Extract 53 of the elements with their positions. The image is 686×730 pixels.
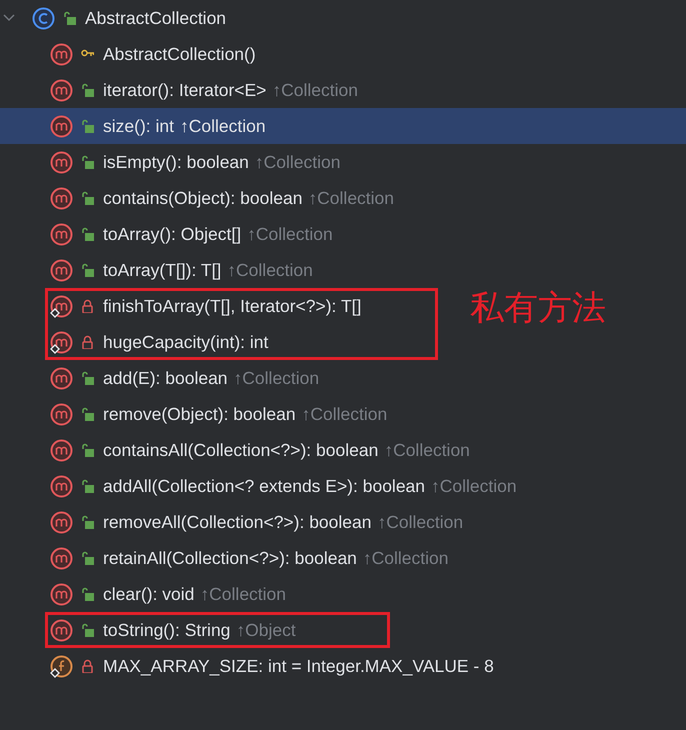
member-name: AbstractCollection bbox=[85, 8, 226, 28]
member-name: size(): int bbox=[103, 116, 174, 136]
member-name: MAX_ARRAY_SIZE: int = Integer.MAX_VALUE - 8 bbox=[103, 656, 494, 676]
member-row[interactable]: AbstractCollection() bbox=[0, 36, 686, 72]
member-name: hugeCapacity(int): int bbox=[103, 332, 268, 352]
member-name: toArray(): Object[] bbox=[103, 224, 242, 244]
member-row[interactable]: toString(): String ↑Object bbox=[45, 612, 390, 648]
inherited-from: ↑Collection bbox=[247, 224, 333, 244]
member-name: removeAll(Collection<?>): boolean bbox=[103, 512, 372, 532]
member-row[interactable]: clear(): void ↑Collection bbox=[0, 576, 686, 612]
member-row[interactable]: size(): int ↑Collection bbox=[0, 108, 686, 144]
member-name: retainAll(Collection<?>): boolean bbox=[103, 548, 357, 568]
member-name: finishToArray(T[], Iterator<?>): T[] bbox=[103, 296, 362, 316]
member-row[interactable]: toArray(): Object[] ↑Collection bbox=[0, 216, 686, 252]
member-row[interactable]: iterator(): Iterator<E> ↑Collection bbox=[0, 72, 686, 108]
inherited-from: ↑Collection bbox=[384, 440, 470, 460]
member-name: toArray(T[]): T[] bbox=[103, 260, 222, 280]
inherited-from: ↑Collection bbox=[377, 512, 464, 532]
member-row[interactable]: retainAll(Collection<?>): boolean ↑Collection bbox=[0, 540, 686, 576]
member-row[interactable]: containsAll(Collection<?>): boolean ↑Collection bbox=[0, 432, 686, 468]
member-row[interactable]: add(E): boolean ↑Collection bbox=[0, 360, 686, 396]
inherited-from: ↑Collection bbox=[362, 548, 449, 568]
inherited-from: ↑Collection bbox=[254, 152, 341, 172]
inherited-from: ↑Collection bbox=[234, 368, 320, 388]
member-name: add(E): boolean bbox=[103, 368, 228, 388]
member-name: isEmpty(): boolean bbox=[103, 152, 249, 172]
inherited-from: ↑Collection bbox=[200, 584, 286, 604]
member-name: addAll(Collection<? extends E>): boolean bbox=[103, 476, 426, 496]
member-row[interactable]: contains(Object): boolean ↑Collection bbox=[0, 180, 686, 216]
member-row[interactable]: finishToArray(T[], Iterator<?>): T[] bbox=[45, 288, 438, 324]
inherited-from: ↑Collection bbox=[431, 476, 517, 496]
class-row[interactable]: AbstractCollection bbox=[0, 0, 686, 36]
member-name: remove(Object): boolean bbox=[103, 404, 296, 424]
inherited-from: ↑Collection bbox=[180, 116, 266, 136]
member-name: iterator(): Iterator<E> bbox=[103, 80, 266, 100]
member-row[interactable]: remove(Object): boolean ↑Collection bbox=[0, 396, 686, 432]
member-name: toString(): String bbox=[103, 620, 230, 640]
member-name: contains(Object): boolean bbox=[103, 188, 302, 208]
member-row[interactable]: isEmpty(): boolean ↑Collection bbox=[0, 144, 686, 180]
inherited-from: ↑Collection bbox=[272, 80, 358, 100]
member-row[interactable]: hugeCapacity(int): int bbox=[45, 324, 438, 360]
inherited-from: ↑Collection bbox=[227, 260, 313, 280]
inherited-from: ↑Collection bbox=[302, 404, 388, 424]
member-row[interactable]: toArray(T[]): T[] ↑Collection bbox=[0, 252, 686, 288]
inherited-from: ↑Object bbox=[236, 620, 296, 640]
member-row[interactable]: removeAll(Collection<?>): boolean ↑Collection bbox=[0, 504, 686, 540]
inherited-from: ↑Collection bbox=[308, 188, 394, 208]
member-row[interactable]: MAX_ARRAY_SIZE: int = Integer.MAX_VALUE - 8 bbox=[0, 648, 686, 684]
member-name: containsAll(Collection<?>): boolean bbox=[103, 440, 378, 460]
annotation-note: 私有方法 bbox=[470, 288, 606, 328]
member-name: clear(): void bbox=[103, 584, 194, 604]
member-name: AbstractCollection() bbox=[103, 44, 256, 64]
member-row[interactable]: addAll(Collection<? extends E>): boolean ↑Collection bbox=[0, 468, 686, 504]
